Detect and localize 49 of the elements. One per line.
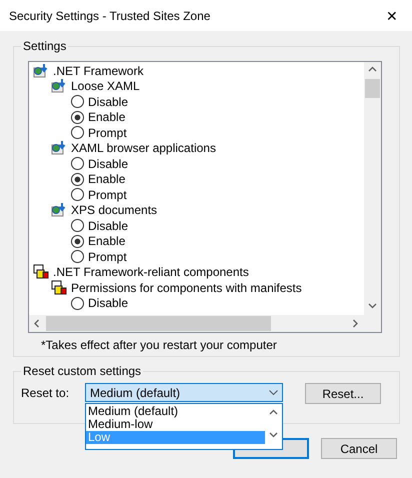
option-label: Disable [88, 94, 128, 109]
network-computer-icon [51, 140, 67, 156]
radio-button[interactable] [71, 188, 84, 202]
option-label: Prompt [88, 188, 127, 202]
radio-button[interactable] [71, 296, 84, 310]
window-title: Security Settings - Trusted Sites Zone [9, 8, 210, 22]
scroll-thumb[interactable] [365, 79, 380, 98]
arrow-left-icon[interactable] [33, 319, 42, 328]
setting-label: .NET Framework-reliant components [53, 265, 249, 280]
scroll-thumb[interactable] [46, 316, 271, 331]
option-label: Enable [88, 172, 126, 186]
arrow-down-icon[interactable] [269, 431, 278, 440]
chevron-icon [269, 390, 278, 395]
reset-level-dropdown[interactable]: Medium (default) [85, 383, 283, 402]
network-computer-icon [33, 62, 49, 79]
option-label: Disable [88, 296, 128, 310]
radio-button[interactable] [71, 234, 84, 248]
setting-label: Permissions for components with manifests [71, 280, 302, 295]
network-computer-icon [51, 202, 67, 218]
restart-note: *Takes effect after you restart your computer [41, 338, 278, 352]
arrow-down-icon[interactable] [368, 302, 377, 311]
setting-label: .NET Framework [53, 64, 144, 78]
radio-button[interactable] [71, 250, 84, 264]
component-icon [33, 264, 49, 280]
network-computer-icon [51, 78, 67, 94]
setting-label: Loose XAML [71, 79, 140, 94]
radio-button[interactable] [71, 157, 84, 170]
option-label: Enable [88, 110, 126, 124]
radio-button[interactable] [71, 95, 84, 108]
radio-button[interactable] [71, 219, 84, 232]
option-label: Enable [88, 234, 126, 248]
settings-list[interactable] [28, 61, 382, 333]
arrow-right-icon[interactable] [351, 319, 360, 328]
cancel-button[interactable]: Cancel [321, 438, 397, 459]
option-label: Prompt [88, 250, 127, 264]
reset-button[interactable]: Reset... [305, 383, 381, 404]
radio-button[interactable] [71, 110, 84, 124]
radio-button[interactable] [71, 126, 84, 140]
group-label: Reset custom settings [21, 364, 144, 378]
field-label: Reset to: [21, 386, 70, 400]
setting-label: XPS documents [71, 203, 158, 218]
option-label: Disable [88, 156, 128, 171]
component-icon [51, 280, 67, 296]
option-label: Disable [88, 218, 128, 233]
close-button[interactable]: ✕ [380, 8, 404, 24]
radio-button[interactable] [71, 172, 84, 186]
group-label: Settings [21, 39, 68, 53]
option-label: Prompt [88, 126, 127, 140]
setting-label: XAML browser applications [71, 141, 216, 156]
